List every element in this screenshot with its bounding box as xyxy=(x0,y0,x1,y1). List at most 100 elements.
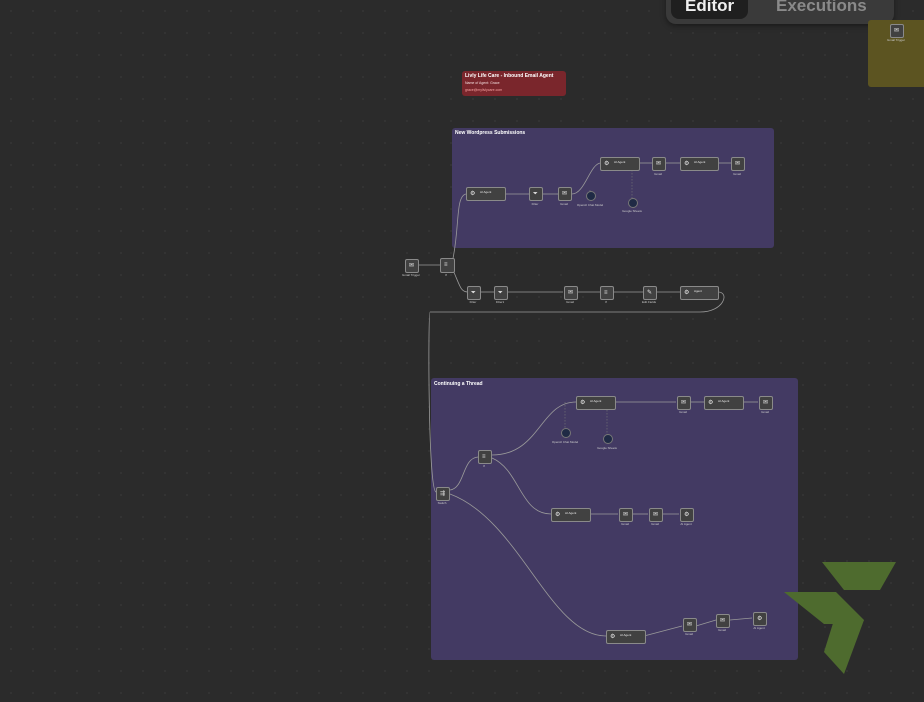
thread-sheets-node[interactable] xyxy=(603,434,613,444)
edit-fields-label: Edit Fields xyxy=(641,300,657,304)
switch-icon: ⇶ xyxy=(440,491,446,497)
agent-mid2-label: AI Agent xyxy=(680,522,692,526)
gmail-get-node[interactable]: ✉ xyxy=(564,286,578,300)
filter-icon: ⏷ xyxy=(533,191,538,197)
gmail-mid2-label: Gmail xyxy=(651,522,659,526)
robot-icon: ⚙ xyxy=(684,290,690,296)
agent-thread-node[interactable]: ⚙ AI Agent xyxy=(576,396,616,410)
if-thread-node[interactable]: ≡ xyxy=(478,450,492,464)
brand-logo xyxy=(784,562,896,674)
agent-thread2-node[interactable]: ⚙ AI Agent xyxy=(704,396,744,410)
pencil-icon: ✎ xyxy=(647,290,653,296)
agent-send-label: AI Agent xyxy=(694,160,706,164)
agent-low2-node[interactable]: ⚙ xyxy=(753,612,767,626)
filter-top-label: Filter xyxy=(531,202,539,206)
edit-fields-node[interactable]: ✎ xyxy=(643,286,657,300)
gmail-icon: ✉ xyxy=(687,622,693,628)
gmail-icon: ✉ xyxy=(653,512,659,518)
gmail-trigger-label: Gmail Trigger xyxy=(401,273,421,277)
connection xyxy=(428,291,725,493)
openai-model-label: OpenAI Chat Model xyxy=(576,203,604,207)
gmail-out-node[interactable]: ✉ xyxy=(731,157,745,171)
sheets-label: Google Sheets xyxy=(622,209,642,213)
agent-top2-label: AI Agent xyxy=(614,160,626,164)
if-branch-icon: ≡ xyxy=(482,454,486,460)
robot-icon: ⚙ xyxy=(684,161,690,167)
gmail-low2-label: Gmail xyxy=(718,628,726,632)
robot-icon: ⚙ xyxy=(555,512,561,518)
openai-model-node[interactable] xyxy=(586,191,596,201)
agent-send-node[interactable]: ⚙ AI Agent xyxy=(680,157,719,171)
if-lower-node[interactable]: ≡ xyxy=(600,286,614,300)
agent-top-node[interactable]: ⚙ AI Agent xyxy=(466,187,506,201)
filter1-label: Filter xyxy=(469,300,477,304)
gmail-icon: ✉ xyxy=(763,400,769,406)
connection xyxy=(491,457,552,515)
agent-mid-label: AI Agent xyxy=(565,511,577,515)
filter-icon: ⏷ xyxy=(471,290,476,296)
gmail-send-node[interactable]: ✉ xyxy=(652,157,666,171)
if-lower-label: If xyxy=(605,300,607,304)
agent-mid2-node[interactable]: ⚙ xyxy=(680,508,694,522)
gmail-icon: ✉ xyxy=(562,191,568,197)
gmail-get-label: Gmail xyxy=(566,300,574,304)
gmail-icon: ✉ xyxy=(735,161,741,167)
gmail-thread2-node[interactable]: ✉ xyxy=(759,396,773,410)
filter2-node[interactable]: ⏷ xyxy=(494,286,508,300)
gmail-low2-node[interactable]: ✉ xyxy=(716,614,730,628)
gmail-icon: ✉ xyxy=(409,263,415,269)
gmail-top-node[interactable]: ✉ xyxy=(558,187,572,201)
gmail-mid2-node[interactable]: ✉ xyxy=(649,508,663,522)
if-thread-label: If xyxy=(483,464,485,468)
robot-icon: ⚙ xyxy=(610,634,616,640)
gmail-out-label: Gmail xyxy=(733,172,741,176)
agent-top2-node[interactable]: ⚙ AI Agent xyxy=(600,157,640,171)
connection xyxy=(695,619,717,627)
robot-icon: ⚙ xyxy=(470,191,476,197)
filter2-label: Filter1 xyxy=(495,300,505,304)
gmail-low-label: Gmail xyxy=(685,632,693,636)
switch-node[interactable]: ⇶ xyxy=(436,487,450,501)
gmail-thread-label: Gmail xyxy=(679,410,687,414)
agent-thread-label: AI Agent xyxy=(590,399,602,403)
if-branch-icon: ≡ xyxy=(604,290,608,296)
robot-icon: ⚙ xyxy=(757,616,763,622)
robot-icon: ⚙ xyxy=(580,400,586,406)
agent-lower-label: Agent xyxy=(694,289,702,293)
robot-icon: ⚙ xyxy=(604,161,610,167)
thread-model-label: OpenAI Chat Model xyxy=(551,440,579,444)
gmail-trigger-node[interactable]: ✉ xyxy=(405,259,419,273)
agent-top-label: AI Agent xyxy=(480,190,492,194)
agent-low2-label: AI Agent xyxy=(753,626,765,630)
filter-top-node[interactable]: ⏷ xyxy=(529,187,543,201)
switch-label: Switch xyxy=(437,501,447,505)
gmail-icon: ✉ xyxy=(720,618,726,624)
connection xyxy=(643,625,683,637)
robot-icon: ⚙ xyxy=(708,400,714,406)
if-main-label: If xyxy=(445,273,447,277)
gmail-icon: ✉ xyxy=(623,512,629,518)
gmail-top-label: Gmail xyxy=(560,202,568,206)
connection xyxy=(571,162,602,195)
gmail-mid-node[interactable]: ✉ xyxy=(619,508,633,522)
if-main-node[interactable]: ≡ xyxy=(440,258,455,273)
agent-thread2-label: AI Agent xyxy=(718,399,730,403)
gmail-low-node[interactable]: ✉ xyxy=(683,618,697,632)
connection xyxy=(449,456,479,491)
gmail-thread-node[interactable]: ✉ xyxy=(677,396,691,410)
sheets-node[interactable] xyxy=(628,198,638,208)
robot-icon: ⚙ xyxy=(684,512,690,518)
agent-mid-node[interactable]: ⚙ AI Agent xyxy=(551,508,591,522)
agent-lower-node[interactable]: ⚙ Agent xyxy=(680,286,719,300)
gmail-icon: ✉ xyxy=(681,400,687,406)
agent-low-label: AI Agent xyxy=(620,633,632,637)
filter1-node[interactable]: ⏷ xyxy=(467,286,481,300)
thread-model-node[interactable] xyxy=(561,428,571,438)
agent-low-node[interactable]: ⚙ AI Agent xyxy=(606,630,646,644)
gmail-icon: ✉ xyxy=(656,161,662,167)
thread-sheets-label: Google Sheets xyxy=(597,446,617,450)
connection xyxy=(729,617,753,621)
gmail-send-label: Gmail xyxy=(654,172,662,176)
gmail-icon: ✉ xyxy=(568,290,574,296)
if-branch-icon: ≡ xyxy=(444,262,448,268)
